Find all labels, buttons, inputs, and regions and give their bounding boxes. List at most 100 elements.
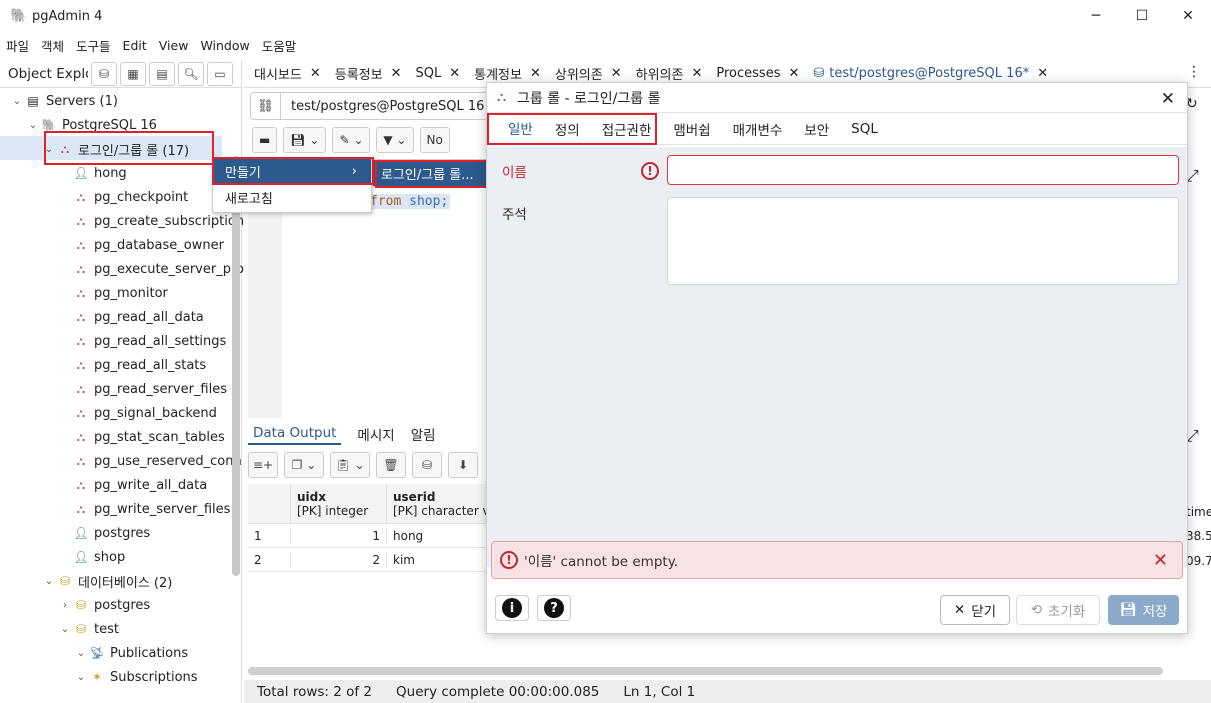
tree-item-role[interactable]: ⛬ pg_stat_scan_tables bbox=[72, 426, 225, 448]
close-icon[interactable]: ✕ bbox=[691, 66, 702, 81]
tab-sql[interactable]: SQL bbox=[840, 113, 889, 145]
tab-label: 하위의존 bbox=[635, 68, 684, 83]
column-header[interactable]: uidx [PK] integer bbox=[290, 484, 386, 523]
chevron-down-icon[interactable]: ⌄ bbox=[74, 672, 88, 683]
table-row[interactable]: 2 2 kim bbox=[248, 548, 488, 572]
menu-item-refresh[interactable]: 새로고침 bbox=[213, 184, 371, 210]
tree-item-role[interactable]: 👤︎ shop bbox=[72, 546, 125, 568]
close-icon[interactable]: ✕ bbox=[310, 66, 321, 81]
dismiss-icon[interactable]: ✕ bbox=[1153, 550, 1168, 571]
tree-item-servers[interactable]: ⌄ ▤ Servers (1) bbox=[10, 90, 118, 112]
tree-scrollbar[interactable] bbox=[232, 156, 240, 576]
minimize-icon[interactable]: ─ bbox=[1073, 0, 1119, 32]
grid-view-icon[interactable]: ▦ bbox=[120, 61, 146, 86]
tree-item-role[interactable]: ⛬ pg_write_all_data bbox=[72, 474, 207, 496]
close-icon[interactable]: ✕ bbox=[530, 66, 541, 81]
copy-icon[interactable]: ❐ ⌄ bbox=[284, 452, 324, 478]
cell-userid[interactable]: hong bbox=[386, 528, 488, 543]
menu-object[interactable]: 객체 bbox=[41, 36, 64, 55]
tree-item-role[interactable]: ⛬ pg_read_all_stats bbox=[72, 354, 206, 376]
menu-help[interactable]: 도움말 bbox=[262, 36, 297, 55]
chevron-down-icon[interactable]: ⌄ bbox=[10, 96, 24, 107]
comment-field[interactable] bbox=[667, 197, 1179, 285]
tree-item-database[interactable]: ⌄ ⛁ test bbox=[58, 618, 119, 640]
menu-window[interactable]: Window bbox=[200, 38, 249, 53]
close-icon[interactable]: ✕ bbox=[788, 66, 799, 81]
tree-item-role[interactable]: ⛬ pg_database_owner bbox=[72, 234, 224, 256]
paste-icon[interactable]: 📋︎ ⌄ bbox=[330, 452, 370, 478]
cell-userid[interactable]: kim bbox=[386, 552, 488, 567]
connection-label: test/postgres@PostgreSQL 16 bbox=[291, 98, 485, 114]
help-button[interactable]: ? bbox=[537, 595, 571, 621]
tree-item-role[interactable]: ⛬ pg_execute_server_pro bbox=[72, 258, 244, 280]
filter-table-icon[interactable]: ▤ bbox=[149, 61, 175, 86]
save-file-icon[interactable]: 💾︎ ⌄ bbox=[283, 127, 327, 153]
tree-item-databases[interactable]: ⌄ ⛁ 데이터베이스 (2) bbox=[42, 570, 173, 592]
tab-membership[interactable]: 맴버쉽 bbox=[662, 113, 721, 145]
more-vertical-icon[interactable]: ⋮ bbox=[1187, 64, 1201, 80]
chevron-down-icon[interactable]: ⌄ bbox=[74, 648, 88, 659]
add-row-icon[interactable]: ≡+ bbox=[248, 452, 278, 478]
maximize-icon[interactable]: ☐ bbox=[1119, 0, 1165, 32]
menu-file[interactable]: 파일 bbox=[6, 36, 29, 55]
tab-parameters[interactable]: 매개변수 bbox=[722, 113, 794, 145]
download-icon[interactable]: ⬇ bbox=[448, 452, 478, 478]
tree-item-role[interactable]: ⛬ pg_signal_backend bbox=[72, 402, 217, 424]
info-button[interactable]: i bbox=[495, 595, 529, 621]
tree-item-subscriptions[interactable]: ⌄ ✶ Subscriptions bbox=[74, 666, 198, 688]
close-icon[interactable]: ✕ bbox=[1161, 89, 1175, 109]
connection-path[interactable]: ⛓ test/postgres@PostgreSQL 16 bbox=[250, 92, 490, 120]
cell-uidx[interactable]: 2 bbox=[290, 552, 386, 567]
horizontal-scrollbar[interactable] bbox=[248, 667, 1163, 675]
tab-messages[interactable]: 메시지 bbox=[357, 424, 394, 444]
tree-item-role[interactable]: ⛬ pg_use_reserved_conn bbox=[72, 450, 242, 472]
cell-uidx[interactable]: 1 bbox=[290, 528, 386, 543]
tree-item-database[interactable]: › ⛁ postgres bbox=[58, 594, 150, 616]
tree-item-role[interactable]: 👤︎ hong bbox=[72, 162, 126, 184]
tab-security[interactable]: 보안 bbox=[793, 113, 840, 145]
chevron-right-icon[interactable]: › bbox=[58, 600, 72, 611]
tree-item-role[interactable]: ⛬ pg_monitor bbox=[72, 282, 168, 304]
save-button[interactable]: 💾︎ 저장 bbox=[1108, 595, 1179, 625]
tree-item-role[interactable]: ⛬ pg_read_server_files bbox=[72, 378, 227, 400]
edit-pen-icon[interactable]: ✎ ⌄ bbox=[332, 127, 371, 153]
chevron-down-icon[interactable]: ⌄ bbox=[58, 624, 72, 635]
table-row[interactable]: 1 1 hong bbox=[248, 524, 488, 548]
close-icon[interactable]: ✕ bbox=[449, 66, 460, 81]
chevron-down-icon[interactable]: ⌄ bbox=[42, 576, 56, 587]
query-tool-db-icon[interactable]: ⛁ bbox=[91, 61, 117, 86]
tab-sql[interactable]: SQL ✕ bbox=[406, 60, 465, 88]
close-icon[interactable]: ✕ bbox=[611, 66, 622, 81]
menu-view[interactable]: View bbox=[159, 38, 189, 53]
close-icon[interactable]: ✕ bbox=[391, 66, 402, 81]
delete-icon[interactable]: 🗑︎ bbox=[376, 452, 406, 478]
close-icon[interactable]: ✕ bbox=[1037, 66, 1048, 81]
name-field[interactable] bbox=[667, 155, 1179, 185]
tab-properties[interactable]: 등록정보 ✕ bbox=[325, 60, 406, 88]
column-header[interactable]: userid[PK] character var bbox=[386, 484, 488, 523]
tree-item-role[interactable]: ⛬ pg_write_server_files bbox=[72, 498, 231, 520]
tree-item-role[interactable]: 👤︎ postgres bbox=[72, 522, 150, 544]
tab-notifications[interactable]: 알림 bbox=[411, 424, 436, 444]
reset-button[interactable]: ⟲ 초기화 bbox=[1016, 595, 1100, 625]
tree-item-role[interactable]: ⛬ pg_read_all_settings bbox=[72, 330, 227, 352]
row-limit-select[interactable]: No bbox=[419, 127, 450, 153]
tree-item-role[interactable]: ⛬ pg_read_all_data bbox=[72, 306, 204, 328]
tree-item-publications[interactable]: ⌄ 📡︎ Publications bbox=[74, 642, 188, 664]
link-icon[interactable]: ⛓ bbox=[251, 93, 281, 119]
folder-open-icon[interactable]: ▬ bbox=[252, 127, 278, 153]
chevron-down-icon[interactable]: ⌄ bbox=[26, 120, 40, 131]
menu-edit[interactable]: Edit bbox=[123, 38, 147, 53]
menu-item-label: 새로고침 bbox=[225, 191, 273, 207]
tab-dashboard[interactable]: 대시보드 ✕ bbox=[244, 60, 325, 88]
terminal-icon[interactable]: ▭ bbox=[207, 61, 233, 86]
search-icon[interactable]: 🔍︎ bbox=[178, 61, 204, 86]
tree-item-role[interactable]: ⛬ pg_checkpoint bbox=[72, 186, 188, 208]
close-window-icon[interactable]: ✕ bbox=[1165, 0, 1211, 32]
tab-data-output[interactable]: Data Output bbox=[248, 423, 342, 445]
tree-item-role[interactable]: ⛬ pg_create_subscription bbox=[72, 210, 244, 232]
menu-tools[interactable]: 도구들 bbox=[76, 36, 111, 55]
filter-icon[interactable]: ▼ ⌄ bbox=[376, 127, 414, 153]
close-button[interactable]: ✕ 닫기 bbox=[940, 595, 1010, 625]
save-data-icon[interactable]: ⛁ bbox=[412, 452, 442, 478]
